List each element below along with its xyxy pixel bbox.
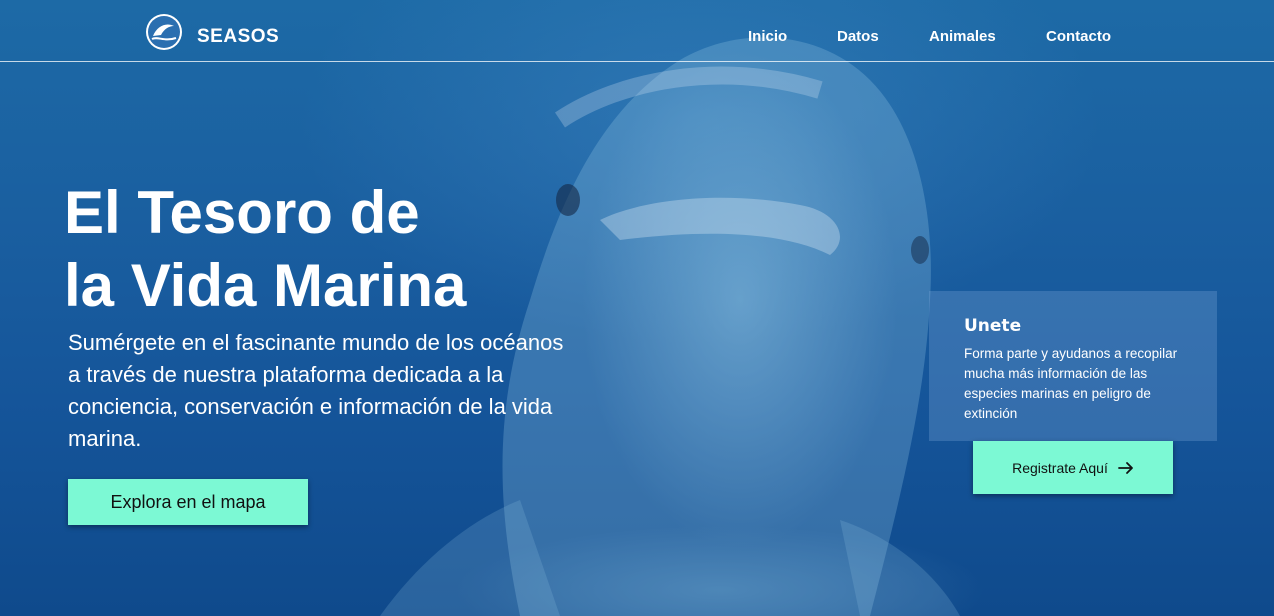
join-card-title: Unete [964, 316, 1022, 336]
register-button[interactable]: Registrate Aquí [973, 441, 1173, 494]
join-card-text: Forma parte y ayudanos a recopilar mucha… [964, 346, 1178, 421]
hero-title: El Tesoro de la Vida Marina [64, 176, 624, 322]
hero-title-line-2: la Vida Marina [64, 252, 467, 319]
dolphin-wave-logo-icon[interactable] [146, 14, 182, 50]
site-header: SEASOS Inicio Datos Animales Contacto [0, 0, 1274, 62]
arrow-right-icon [1117, 461, 1134, 475]
join-card: Unete Forma parte y ayudanos a recopilar… [929, 291, 1217, 441]
hero-subtitle: Sumérgete en el fascinante mundo de los … [68, 330, 564, 451]
nav-link-datos[interactable]: Datos [837, 28, 879, 45]
explore-map-button[interactable]: Explora en el mapa [68, 479, 308, 525]
nav-link-animales[interactable]: Animales [929, 28, 996, 45]
nav-link-contacto[interactable]: Contacto [1046, 28, 1111, 45]
hero-title-line-1: El Tesoro de [64, 179, 420, 246]
register-button-label: Registrate Aquí [1012, 459, 1108, 476]
brand-name[interactable]: SEASOS [197, 26, 279, 48]
nav-link-inicio[interactable]: Inicio [748, 28, 787, 45]
